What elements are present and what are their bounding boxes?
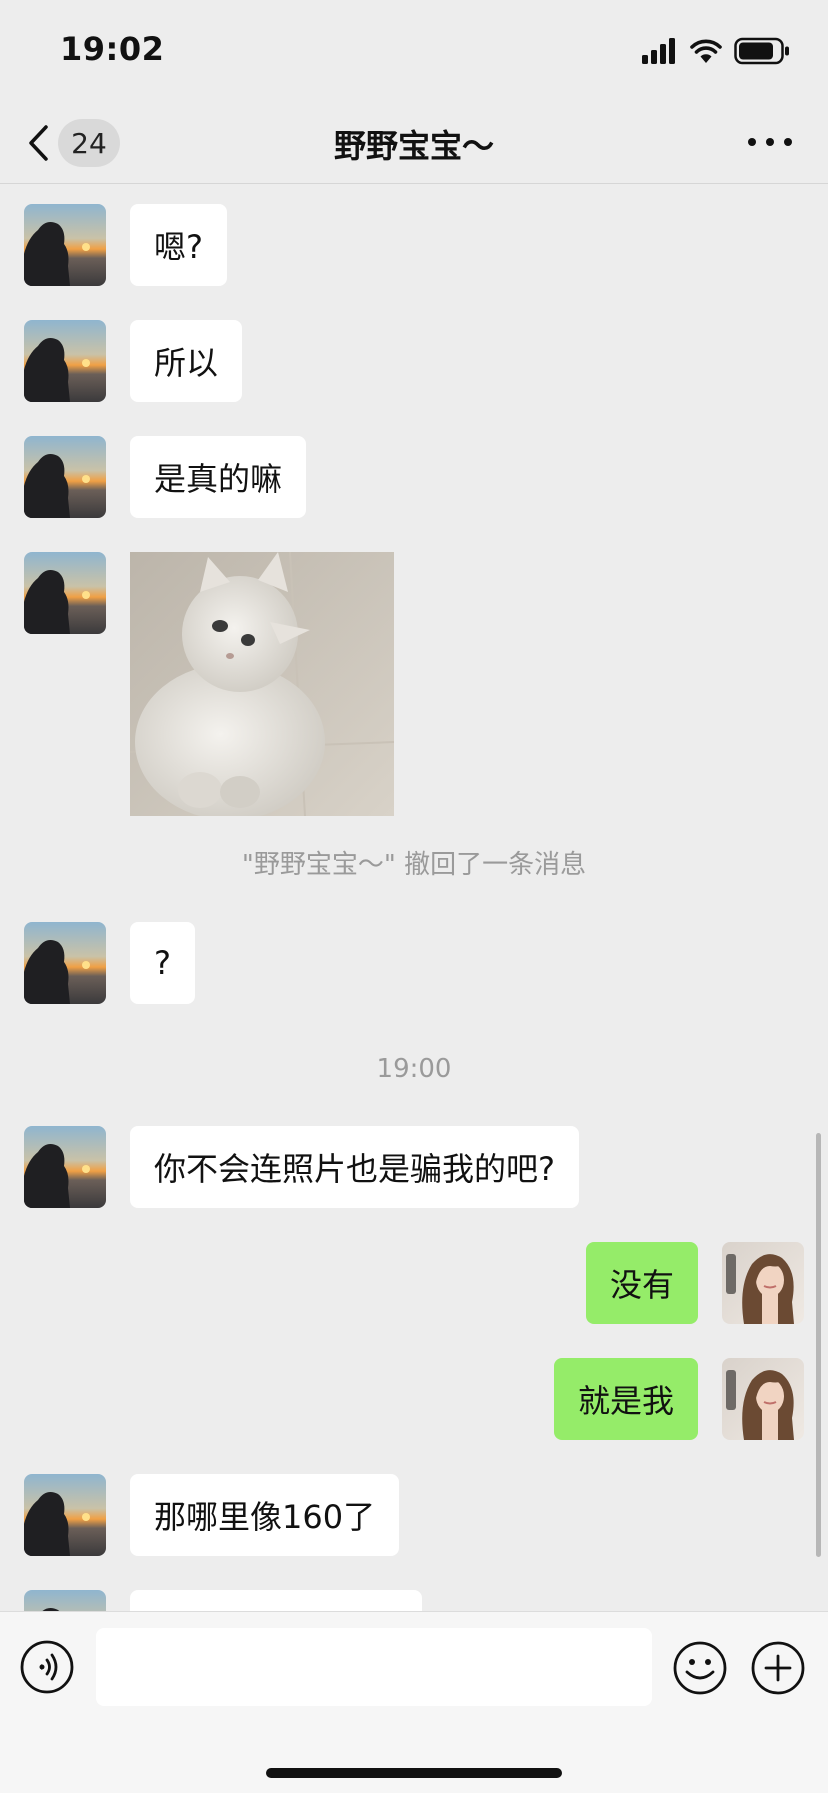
home-indicator[interactable] [266,1768,562,1778]
contact-avatar[interactable] [24,552,106,634]
contact-avatar[interactable] [24,436,106,518]
message-text: 没有 [609,1266,674,1304]
smiley-icon [673,1641,727,1695]
message-text: 就是我 [577,1382,674,1420]
incoming-message-bubble[interactable]: 是真的嘛 [130,436,307,518]
contact-avatar[interactable] [24,1474,106,1556]
scrollbar[interactable] [816,1133,821,1557]
incoming-message-bubble[interactable]: ? [130,922,195,1004]
incoming-message-bubble[interactable]: 你不会连照片也是骗我的吧? [130,1126,579,1208]
status-time: 19:02 [60,30,165,68]
incoming-message-bubble[interactable]: 嗯? [130,204,227,286]
chat-message-list[interactable]: 嗯? 所以 是真的嘛 "野野宝宝～" 撤回了一条消息 ? 19:00 你不会连照… [0,184,828,1611]
incoming-message-bubble[interactable]: 那哪里像160了 [130,1474,400,1556]
status-bar: 19:02 [0,0,828,100]
contact-avatar[interactable] [24,1126,106,1208]
message-text: 嗯? [154,228,203,266]
outgoing-message-bubble[interactable]: 就是我 [553,1358,698,1440]
user-avatar[interactable] [722,1358,804,1440]
incoming-message-bubble[interactable]: 所以 [130,320,243,402]
user-avatar[interactable] [722,1242,804,1324]
wifi-icon [690,39,722,63]
chat-title: 野野宝宝～ [333,127,494,165]
voice-icon [20,1640,74,1694]
plus-icon [751,1641,805,1695]
message-timestamp: 19:00 [376,1054,452,1084]
more-actions-button[interactable] [750,1640,806,1696]
nav-bar: 24 野野宝宝～ [0,100,828,184]
message-input[interactable] [96,1628,652,1706]
more-dots-icon [748,138,792,146]
message-text: 所以 [154,344,219,382]
contact-avatar[interactable] [24,204,106,286]
battery-icon [734,37,789,65]
message-text: 你不会连照片也是骗我的吧? [154,1150,555,1188]
outgoing-message-bubble[interactable]: 没有 [585,1242,698,1324]
contact-avatar[interactable] [24,922,106,1004]
recall-notice: "野野宝宝～" 撤回了一条消息 [241,850,587,880]
status-icons [642,36,790,66]
more-options-button[interactable] [742,124,798,160]
voice-input-button[interactable] [20,1640,74,1694]
contact-avatar[interactable] [24,1590,106,1611]
cat-sticker-image[interactable] [130,552,394,816]
cellular-signal-icon [642,38,675,64]
message-text: ? [154,944,171,982]
emoji-button[interactable] [672,1640,728,1696]
incoming-message-bubble[interactable] [130,1590,422,1611]
input-bar [0,1611,828,1793]
message-text: 是真的嘛 [154,460,283,498]
message-text: 那哪里像160了 [154,1498,376,1536]
contact-avatar[interactable] [24,320,106,402]
